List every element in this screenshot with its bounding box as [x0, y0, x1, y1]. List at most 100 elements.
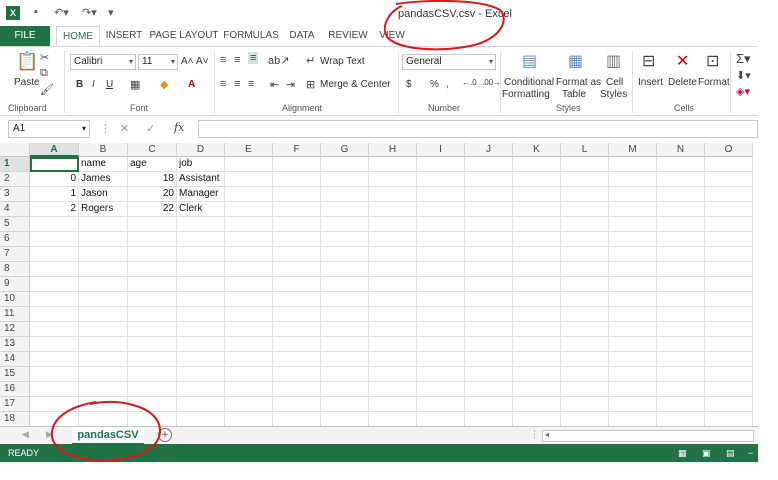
cell-G1[interactable] [321, 157, 369, 172]
cell-J8[interactable] [465, 262, 513, 277]
cell-G9[interactable] [321, 277, 369, 292]
cell-H5[interactable] [369, 217, 417, 232]
row-header-11[interactable]: 11 [0, 307, 30, 322]
column-header-O[interactable]: O [705, 143, 753, 157]
merge-center-button[interactable]: Merge & Center [320, 79, 391, 90]
cell-O1[interactable] [705, 157, 753, 172]
cell-N2[interactable] [657, 172, 705, 187]
row-header-4[interactable]: 4 [0, 202, 30, 217]
cell-C10[interactable] [128, 292, 177, 307]
cell-styles-label-1[interactable]: Cell [606, 77, 623, 88]
tab-insert[interactable]: INSERT [102, 26, 146, 46]
column-header-E[interactable]: E [225, 143, 273, 157]
shrink-font-icon[interactable]: A˅ [196, 56, 209, 67]
cell-G17[interactable] [321, 397, 369, 412]
cell-J1[interactable] [465, 157, 513, 172]
align-top-icon[interactable]: ≡ [220, 54, 226, 66]
cell-D6[interactable] [177, 232, 225, 247]
column-header-K[interactable]: K [513, 143, 561, 157]
cell-B10[interactable] [79, 292, 128, 307]
cell-B6[interactable] [79, 232, 128, 247]
cell-M6[interactable] [609, 232, 657, 247]
cell-N13[interactable] [657, 337, 705, 352]
cell-E5[interactable] [225, 217, 273, 232]
merge-center-icon[interactable]: ⊞ [306, 78, 315, 91]
cell-O9[interactable] [705, 277, 753, 292]
column-header-I[interactable]: I [417, 143, 465, 157]
borders-icon[interactable]: ▦ [130, 78, 140, 91]
cell-C5[interactable] [128, 217, 177, 232]
cell-J10[interactable] [465, 292, 513, 307]
cell-F10[interactable] [273, 292, 321, 307]
font-color-icon[interactable]: A [188, 79, 195, 90]
conditional-formatting-label-2[interactable]: Formatting [502, 89, 550, 100]
cell-F9[interactable] [273, 277, 321, 292]
insert-cells-icon[interactable]: ⊟ [642, 51, 655, 71]
cell-D9[interactable] [177, 277, 225, 292]
row-header-10[interactable]: 10 [0, 292, 30, 307]
cell-G2[interactable] [321, 172, 369, 187]
cell-N7[interactable] [657, 247, 705, 262]
cell-F14[interactable] [273, 352, 321, 367]
cell-A9[interactable] [30, 277, 79, 292]
copy-icon[interactable]: ⧉ [40, 67, 48, 80]
cell-K10[interactable] [513, 292, 561, 307]
column-header-B[interactable]: B [79, 143, 128, 157]
page-break-view-icon[interactable]: ▤ [726, 444, 735, 462]
cell-B12[interactable] [79, 322, 128, 337]
percent-button[interactable]: % [430, 79, 439, 90]
cell-M9[interactable] [609, 277, 657, 292]
cell-O15[interactable] [705, 367, 753, 382]
format-cells-button[interactable]: Format [698, 77, 730, 88]
cell-D8[interactable] [177, 262, 225, 277]
cell-N18[interactable] [657, 412, 705, 426]
undo-icon[interactable]: ↶▾ [54, 6, 69, 19]
cell-D13[interactable] [177, 337, 225, 352]
comma-button[interactable]: , [446, 79, 449, 90]
cell-L18[interactable] [561, 412, 609, 426]
cell-L7[interactable] [561, 247, 609, 262]
row-header-7[interactable]: 7 [0, 247, 30, 262]
cell-B14[interactable] [79, 352, 128, 367]
cell-I5[interactable] [417, 217, 465, 232]
cell-N15[interactable] [657, 367, 705, 382]
cell-K14[interactable] [513, 352, 561, 367]
cell-D11[interactable] [177, 307, 225, 322]
cell-L17[interactable] [561, 397, 609, 412]
paste-button[interactable]: Paste [14, 77, 40, 88]
cell-C13[interactable] [128, 337, 177, 352]
add-sheet-button[interactable]: + [158, 428, 172, 442]
increase-decimal-icon[interactable]: ←.0 [462, 78, 477, 87]
grow-font-icon[interactable]: A˄ [181, 56, 194, 67]
column-header-M[interactable]: M [609, 143, 657, 157]
cell-D17[interactable] [177, 397, 225, 412]
cell-N11[interactable] [657, 307, 705, 322]
cell-J11[interactable] [465, 307, 513, 322]
row-header-2[interactable]: 2 [0, 172, 30, 187]
conditional-formatting-label-1[interactable]: Conditional [504, 77, 554, 88]
align-right-icon[interactable]: ≡ [248, 78, 254, 90]
cell-L8[interactable] [561, 262, 609, 277]
cell-G8[interactable] [321, 262, 369, 277]
cell-M12[interactable] [609, 322, 657, 337]
scroll-right-icon[interactable]: ▶ [46, 429, 53, 440]
cell-G5[interactable] [321, 217, 369, 232]
cell-I15[interactable] [417, 367, 465, 382]
cell-M11[interactable] [609, 307, 657, 322]
cell-F8[interactable] [273, 262, 321, 277]
cell-J17[interactable] [465, 397, 513, 412]
cell-J3[interactable] [465, 187, 513, 202]
column-header-L[interactable]: L [561, 143, 609, 157]
cell-C2[interactable]: 18 [128, 172, 177, 187]
cell-B1[interactable]: name [79, 157, 128, 172]
cell-I4[interactable] [417, 202, 465, 217]
cell-D5[interactable] [177, 217, 225, 232]
cell-M16[interactable] [609, 382, 657, 397]
cell-A7[interactable] [30, 247, 79, 262]
cell-D16[interactable] [177, 382, 225, 397]
cell-M13[interactable] [609, 337, 657, 352]
cell-D2[interactable]: Assistant [177, 172, 225, 187]
cell-N4[interactable] [657, 202, 705, 217]
horizontal-scrollbar[interactable]: ◂ [542, 430, 754, 442]
align-bottom-icon[interactable]: ≡ [248, 52, 259, 64]
